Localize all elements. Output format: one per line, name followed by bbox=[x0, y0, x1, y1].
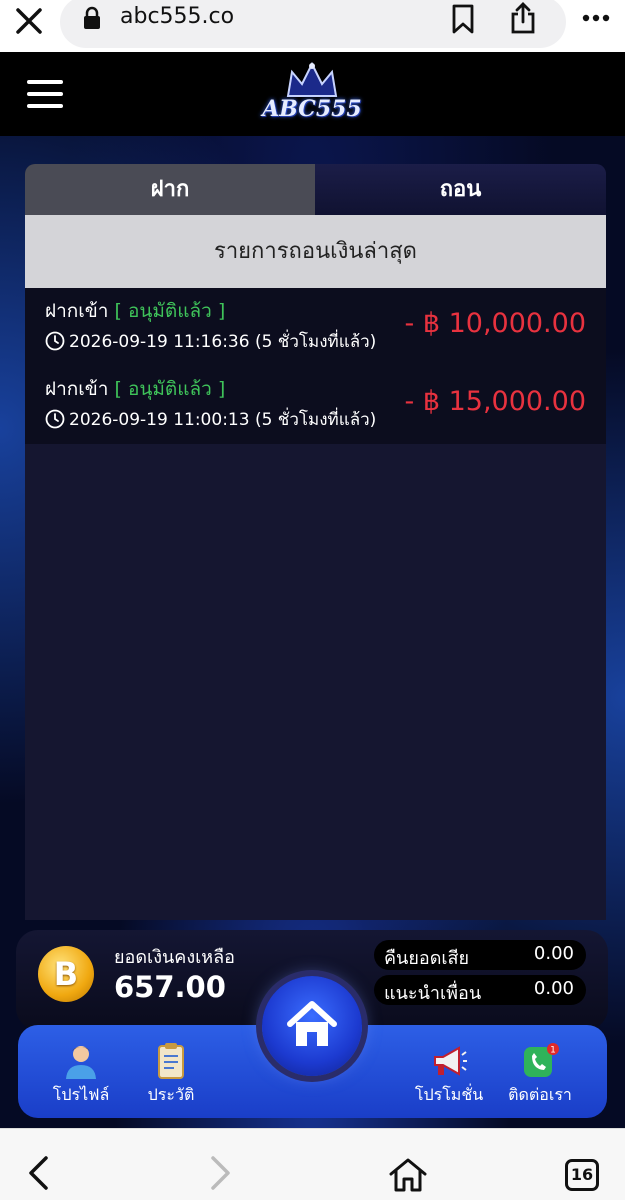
balance-value: 657.00 bbox=[114, 970, 226, 1004]
tab-deposit[interactable]: ฝาก bbox=[25, 164, 315, 215]
notification-badge: 1 bbox=[550, 1046, 556, 1056]
megaphone-icon bbox=[434, 1046, 467, 1076]
menu-icon[interactable] bbox=[27, 80, 63, 108]
balance-label: ยอดเงินคงเหลือ bbox=[114, 947, 235, 968]
more-options-icon[interactable] bbox=[582, 10, 610, 26]
stat-value: 0.00 bbox=[533, 943, 574, 964]
stat-label: แนะนำเพื่อน bbox=[384, 983, 482, 1004]
transaction-status: [ อนุมัติแล้ว ] bbox=[114, 300, 226, 322]
nav-label: โปรไฟล์ bbox=[52, 1085, 110, 1104]
home-icon bbox=[287, 1001, 337, 1046]
transaction-list: ฝากเข้า [ อนุมัติแล้ว ] 2026-09-19 11:16… bbox=[25, 288, 606, 444]
browser-bottom-bar: 16 bbox=[0, 1128, 625, 1200]
list-item[interactable]: ฝากเข้า [ อนุมัติแล้ว ] 2026-09-19 11:00… bbox=[25, 366, 606, 444]
transaction-type: ฝากเข้า bbox=[45, 300, 109, 322]
stat-label: คืนยอดเสีย bbox=[384, 948, 470, 969]
clock-icon bbox=[45, 331, 65, 351]
section-title: รายการถอนเงินล่าสุด bbox=[25, 215, 606, 288]
transactions-panel: ฝาก ถอน รายการถอนเงินล่าสุด ฝากเข้า [ อน… bbox=[25, 164, 606, 920]
close-icon[interactable] bbox=[14, 6, 44, 36]
nav-label: ติดต่อเรา bbox=[508, 1085, 572, 1104]
url-text[interactable]: abc555.co bbox=[120, 4, 234, 29]
app-header: ABC555 bbox=[0, 52, 625, 136]
stat-value: 0.00 bbox=[533, 978, 574, 999]
nav-label: ประวัติ bbox=[147, 1085, 195, 1104]
transaction-status: [ อนุมัติแล้ว ] bbox=[114, 378, 226, 400]
referral-stat[interactable]: แนะนำเพื่อน 0.00 bbox=[374, 975, 586, 1005]
brand-logo[interactable]: ABC555 bbox=[262, 62, 362, 128]
transaction-amount: - ฿ 10,000.00 bbox=[404, 308, 587, 339]
cashback-stat[interactable]: คืนยอดเสีย 0.00 bbox=[374, 940, 586, 970]
clock-icon bbox=[45, 409, 65, 429]
nav-promotion[interactable]: โปรโมชั่น bbox=[404, 1041, 494, 1108]
lock-icon bbox=[84, 6, 100, 29]
phone-icon: 1 bbox=[524, 1043, 559, 1077]
nav-history[interactable]: ประวัติ bbox=[126, 1041, 216, 1108]
nav-profile[interactable]: โปรไฟล์ bbox=[36, 1041, 126, 1108]
home-icon[interactable] bbox=[388, 1157, 428, 1193]
coin-icon: B bbox=[38, 946, 94, 1002]
nav-label: โปรโมชั่น bbox=[414, 1085, 484, 1104]
home-button[interactable] bbox=[262, 976, 362, 1076]
list-item[interactable]: ฝากเข้า [ อนุมัติแล้ว ] 2026-09-19 11:16… bbox=[25, 288, 606, 366]
app-screen: ABC555 ฝาก ถอน รายการถอนเงินล่าสุด ฝากเข… bbox=[0, 52, 625, 1128]
transaction-time: 2026-09-19 11:16:36 (5 ชั่วโมงที่แล้ว) bbox=[69, 332, 377, 352]
share-icon[interactable] bbox=[509, 2, 537, 34]
transaction-amount: - ฿ 15,000.00 bbox=[404, 386, 587, 417]
transaction-type: ฝากเข้า bbox=[45, 378, 109, 400]
tab-withdraw[interactable]: ถอน bbox=[315, 164, 606, 215]
crown-icon bbox=[286, 62, 338, 97]
transaction-time: 2026-09-19 11:00:13 (5 ชั่วโมงที่แล้ว) bbox=[69, 410, 377, 430]
tab-bar: ฝาก ถอน bbox=[25, 164, 606, 215]
logo-text: ABC555 bbox=[262, 96, 362, 122]
tabs-count-button[interactable]: 16 bbox=[565, 1159, 599, 1191]
profile-icon bbox=[66, 1046, 96, 1079]
forward-icon[interactable] bbox=[207, 1155, 233, 1191]
back-icon[interactable] bbox=[26, 1155, 52, 1191]
browser-toolbar: abc555.co bbox=[0, 0, 625, 52]
clipboard-icon bbox=[158, 1043, 184, 1079]
bookmark-icon[interactable] bbox=[451, 4, 475, 34]
nav-contact[interactable]: 1 ติดต่อเรา bbox=[495, 1041, 585, 1108]
coin-symbol: B bbox=[53, 955, 79, 993]
